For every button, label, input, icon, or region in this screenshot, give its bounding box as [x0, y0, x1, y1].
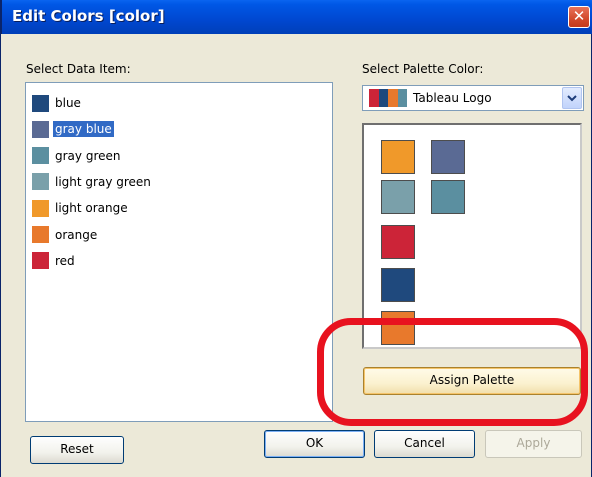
palette-preview-stripe: [388, 89, 398, 107]
palette-swatch[interactable]: [431, 180, 465, 214]
list-item-label: light gray green: [55, 174, 151, 189]
close-button[interactable]: ✕: [568, 6, 590, 28]
reset-button[interactable]: Reset: [30, 436, 124, 464]
palette-label: Select Palette Color:: [362, 62, 484, 76]
color-swatch: [32, 173, 49, 191]
list-item[interactable]: light orange: [32, 197, 130, 219]
palette-selected-value: Tableau Logo: [413, 91, 492, 105]
palette-swatch[interactable]: [381, 225, 415, 259]
color-swatch: [32, 147, 49, 165]
assign-palette-button[interactable]: Assign Palette: [363, 367, 581, 395]
cancel-button[interactable]: Cancel: [374, 430, 475, 458]
palette-swatch-grid[interactable]: [362, 123, 582, 349]
color-swatch: [32, 94, 49, 112]
palette-swatch[interactable]: [381, 180, 415, 214]
palette-swatch[interactable]: [431, 140, 465, 174]
data-item-label: Select Data Item:: [26, 62, 131, 76]
color-swatch: [32, 226, 49, 243]
palette-swatch[interactable]: [381, 140, 415, 174]
palette-swatch[interactable]: [381, 268, 415, 302]
list-item[interactable]: gray blue: [32, 118, 114, 140]
list-item-label: red: [55, 253, 75, 268]
dialog-title: Edit Colors [color]: [12, 7, 165, 25]
palette-preview-icon: [369, 89, 407, 107]
list-item[interactable]: orange: [32, 224, 99, 246]
close-icon: ✕: [572, 7, 586, 25]
list-item-label: gray blue: [53, 121, 114, 138]
list-item-label: gray green: [55, 148, 121, 163]
palette-preview-stripe: [369, 89, 379, 107]
list-item[interactable]: red: [32, 250, 77, 272]
data-item-listbox[interactable]: blue gray blue gray green light gray green l…: [25, 82, 333, 422]
list-item-label: blue: [55, 96, 81, 110]
palette-dropdown[interactable]: Tableau Logo: [362, 85, 584, 111]
list-item-label: light orange: [55, 201, 128, 216]
ok-button[interactable]: OK: [264, 430, 365, 458]
color-swatch: [32, 120, 49, 138]
list-item[interactable]: gray green: [32, 145, 122, 167]
apply-button: Apply: [485, 430, 582, 458]
palette-preview-stripe: [378, 89, 388, 107]
edit-colors-dialog: Edit Colors [color] ✕ Select Data Item: …: [0, 0, 592, 477]
color-swatch: [32, 252, 49, 270]
chevron-down-icon: [567, 95, 577, 102]
dropdown-arrow-button[interactable]: [562, 87, 582, 109]
palette-preview-stripe: [397, 89, 407, 107]
list-item[interactable]: blue: [32, 92, 83, 114]
list-item[interactable]: light gray green: [32, 171, 153, 193]
title-bar[interactable]: Edit Colors [color] ✕: [1, 0, 592, 34]
color-swatch: [32, 199, 49, 217]
list-item-label: orange: [55, 227, 98, 242]
palette-swatch[interactable]: [381, 311, 415, 345]
